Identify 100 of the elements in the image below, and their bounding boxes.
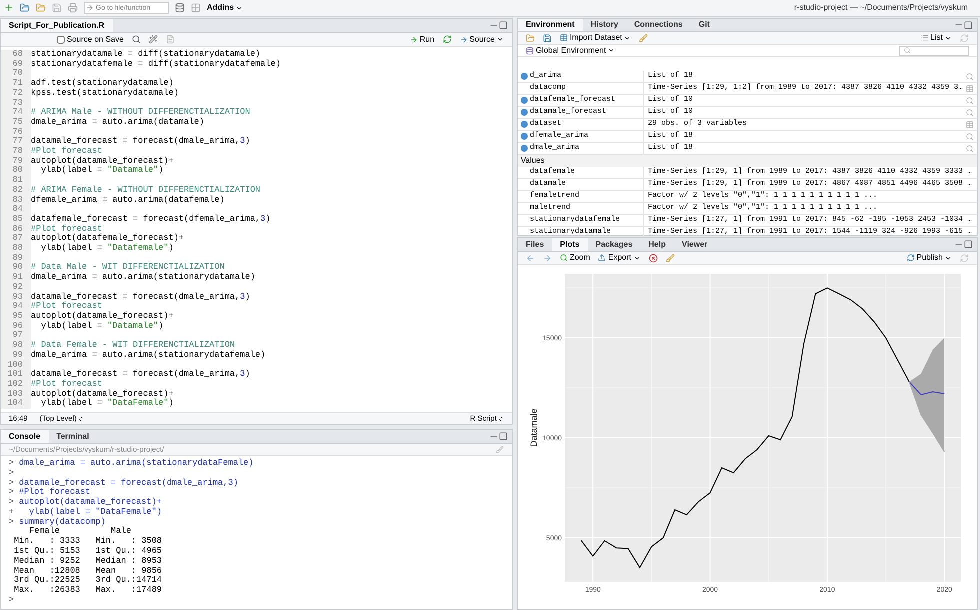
- code-line: datamale_forecast = forecast(dmale_arima,3): [31, 370, 250, 380]
- list-icon: [920, 34, 929, 42]
- command-text: autoplot(datamale_forecast)+: [19, 498, 162, 508]
- pane-tab[interactable]: Plots: [552, 238, 588, 251]
- line-number: 102: [1, 380, 31, 390]
- code-line: ylab(label = "DataFemale"): [40, 399, 174, 410]
- expand-icon[interactable]: [520, 97, 528, 104]
- arrow-icon: [410, 36, 418, 44]
- save-icon[interactable]: [52, 3, 62, 13]
- code-line: datafemale_forecast = forecast(dfemale_arima,3): [31, 214, 271, 224]
- print-icon[interactable]: [68, 3, 78, 13]
- line-number: 83: [1, 196, 31, 206]
- save-workspace-icon[interactable]: [542, 34, 552, 42]
- line-number: 92: [1, 282, 31, 293]
- line-number: 73: [1, 98, 31, 108]
- console-prompt: >: [9, 459, 14, 469]
- line-number: 75: [1, 118, 31, 128]
- line-number: 91: [1, 273, 31, 283]
- expand-icon[interactable]: [520, 133, 528, 140]
- expand-icon[interactable]: [520, 121, 528, 128]
- refresh-icon[interactable]: [960, 254, 969, 262]
- version-control-icon[interactable]: [175, 3, 185, 13]
- publish-icon: [906, 254, 915, 262]
- code-line: autoplot(datamale_forecast)+: [31, 312, 174, 322]
- code-line: dmale_arima = auto.arima(stationarydatamale): [31, 273, 256, 283]
- code-line: #Plot forecast: [31, 302, 102, 312]
- pane-tab[interactable]: Files: [518, 238, 552, 251]
- publish-button[interactable]: Publish: [906, 252, 952, 264]
- section-header: Values: [518, 155, 977, 167]
- table-icon[interactable]: [966, 84, 974, 92]
- code-line: dmale_arima = auto.arima(datamale): [31, 118, 204, 128]
- search-icon[interactable]: [132, 35, 141, 44]
- code-line: dfemale_arima = auto.arima(datafemale): [31, 196, 225, 206]
- line-number: 103: [1, 390, 31, 400]
- source-on-save-checkbox[interactable]: [57, 36, 65, 44]
- line-number: 93: [1, 292, 31, 302]
- line-number: 95: [1, 312, 31, 322]
- open-project-icon[interactable]: [20, 3, 30, 13]
- search-field[interactable]: [899, 46, 969, 56]
- code-line: autoplot(datamale_forecast)+: [31, 390, 174, 399]
- zoom-button[interactable]: Zoom: [560, 252, 590, 264]
- database-icon: [526, 46, 534, 54]
- maximize-icon[interactable]: [964, 240, 973, 249]
- table-icon[interactable]: [966, 120, 974, 128]
- search-icon: [904, 47, 911, 54]
- expand-icon[interactable]: [520, 145, 528, 152]
- line-number: 68: [1, 50, 31, 60]
- code-line: stationarydatamale = diff(stationarydatamale): [31, 50, 261, 60]
- pane-tab[interactable]: Help: [640, 238, 674, 251]
- expand-icon[interactable]: [520, 73, 528, 80]
- refresh-icon[interactable]: [960, 34, 969, 42]
- import-dataset-button[interactable]: Import Dataset: [560, 32, 632, 44]
- rerun-icon[interactable]: [442, 35, 452, 44]
- line-number: 80: [1, 166, 31, 176]
- pane-tab[interactable]: Connections: [626, 19, 691, 31]
- clear-workspace-icon[interactable]: [639, 34, 648, 42]
- maximize-icon[interactable]: [498, 21, 508, 30]
- pane-tab[interactable]: Git: [690, 19, 718, 31]
- run-button[interactable]: Run: [410, 34, 435, 46]
- clear-plots-icon[interactable]: [666, 254, 675, 262]
- pane-tab[interactable]: History: [582, 19, 626, 31]
- line-number: 89: [1, 254, 31, 264]
- console-prompt: >: [9, 596, 14, 606]
- line-number: 70: [1, 69, 31, 80]
- caret-icon: [496, 36, 504, 43]
- forward-icon[interactable]: [542, 254, 552, 262]
- new-file-icon[interactable]: [4, 3, 14, 13]
- source-button[interactable]: Source: [460, 34, 504, 46]
- upload-icon: [598, 254, 606, 262]
- environment-selector[interactable]: Global Environment: [526, 44, 616, 56]
- code-line: adf.test(stationarydatamale): [31, 79, 174, 88]
- code-line: # ARIMA Female - WITHOUT DIFFERENCTIALIZATION: [31, 186, 261, 196]
- pane-tab[interactable]: Viewer: [674, 238, 716, 251]
- output-text: Female Male: [29, 527, 132, 536]
- output-text: Min. : 3333 Min. : 3508: [13, 537, 164, 547]
- compile-report-icon[interactable]: [166, 35, 175, 44]
- expand-icon[interactable]: [520, 109, 528, 116]
- back-icon[interactable]: [526, 254, 535, 262]
- load-workspace-icon[interactable]: [526, 34, 535, 42]
- layout-icon[interactable]: [191, 3, 201, 13]
- checkbox-label: Source on Save: [67, 34, 124, 46]
- maximize-icon[interactable]: [498, 432, 508, 441]
- code-line: # Data Male - WIT DIFFERENCTIALIZATION: [31, 263, 225, 272]
- export-button[interactable]: Export: [598, 252, 641, 264]
- pane-tab[interactable]: Terminal: [48, 430, 98, 443]
- clear-console-icon[interactable]: [496, 446, 504, 454]
- arrow-icon: [460, 36, 468, 44]
- addins-menu[interactable]: Addins: [207, 2, 244, 14]
- code-tools-icon[interactable]: [148, 35, 158, 44]
- delete-plot-icon[interactable]: [648, 254, 658, 262]
- pane-tab[interactable]: Packages: [588, 238, 641, 251]
- open-file-icon[interactable]: [36, 3, 46, 13]
- line-number: 90: [1, 263, 31, 274]
- view-mode-button[interactable]: List: [920, 32, 952, 44]
- pane-tab[interactable]: Environment: [518, 19, 583, 31]
- pane-tab[interactable]: Console: [1, 430, 49, 443]
- pane-tab[interactable]: Script_For_Publication.R: [1, 19, 113, 32]
- line-number: 84: [1, 205, 31, 215]
- command-text: summary(datacomp): [19, 518, 106, 527]
- maximize-icon[interactable]: [964, 20, 973, 30]
